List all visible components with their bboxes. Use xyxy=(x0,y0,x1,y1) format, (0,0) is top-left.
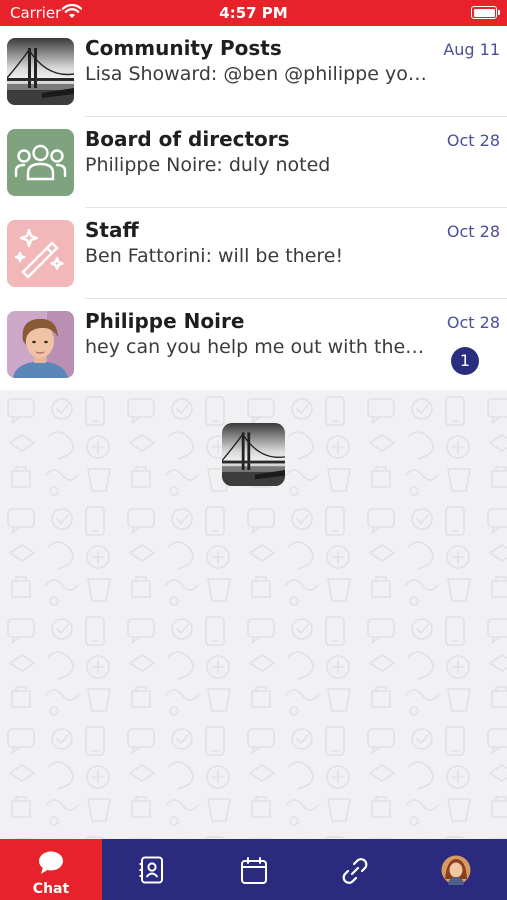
conversation-title: Board of directors xyxy=(85,127,290,151)
magic-wand-icon xyxy=(7,220,74,287)
unread-count-badge: 1 xyxy=(451,347,479,375)
tab-contacts[interactable] xyxy=(102,839,202,900)
conversation-row-philippe-noire[interactable]: Philippe Noire hey can you help me out w… xyxy=(0,299,507,390)
status-bar: Carrier 4:57 PM xyxy=(0,0,507,26)
group-icon xyxy=(7,129,74,196)
conversation-row-staff[interactable]: Staff Ben Fattorini: will be there! Oct … xyxy=(0,208,507,299)
conversation-title: Staff xyxy=(85,218,139,242)
link-icon xyxy=(340,856,370,890)
conversation-preview: hey can you help me out with the schedul… xyxy=(85,336,430,358)
conversation-date: Oct 28 xyxy=(446,131,500,150)
conversation-preview: Lisa Showard: @ben @philippe you need to… xyxy=(85,63,430,85)
conversation-date: Aug 11 xyxy=(443,40,500,59)
tab-chat[interactable]: Chat xyxy=(0,839,102,900)
conversation-preview: Ben Fattorini: will be there! xyxy=(85,245,344,267)
conversation-date: Oct 28 xyxy=(446,222,500,241)
conversation-date: Oct 28 xyxy=(446,313,500,332)
conversation-row-community-posts[interactable]: Community Posts Lisa Showard: @ben @phil… xyxy=(0,26,507,117)
chat-bubble-icon xyxy=(38,851,64,879)
person-photo-avatar xyxy=(7,311,74,378)
tab-bar: Chat xyxy=(0,839,507,900)
conversation-row-board-of-directors[interactable]: Board of directors Philippe Noire: duly … xyxy=(0,117,507,208)
profile-avatar xyxy=(441,855,471,889)
conversation-preview: Philippe Noire: duly noted xyxy=(85,154,331,176)
conversation-title: Philippe Noire xyxy=(85,309,245,333)
conversation-title: Community Posts xyxy=(85,36,282,60)
status-time: 4:57 PM xyxy=(219,4,288,22)
group-photo-avatar[interactable] xyxy=(222,423,285,486)
battery-icon xyxy=(471,6,500,19)
tab-profile[interactable] xyxy=(405,839,507,900)
tab-calendar[interactable] xyxy=(202,839,305,900)
calendar-icon xyxy=(240,857,268,889)
tab-links[interactable] xyxy=(305,839,405,900)
tab-chat-label: Chat xyxy=(32,881,70,897)
conversation-list: Community Posts Lisa Showard: @ben @phil… xyxy=(0,26,507,390)
bridge-photo-avatar xyxy=(7,38,74,105)
contacts-icon xyxy=(139,856,165,888)
